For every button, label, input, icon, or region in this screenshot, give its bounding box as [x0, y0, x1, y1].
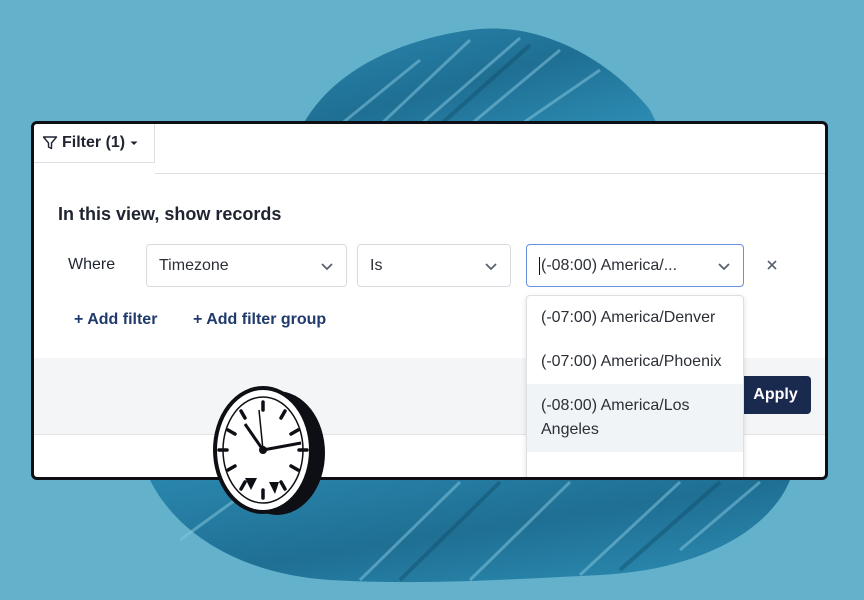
value-select[interactable]: (-08:00) America/... [526, 244, 744, 287]
filter-panel: Filter (1) In this view, show records Wh… [31, 121, 828, 480]
chevron-down-icon [321, 263, 333, 271]
chevron-down-icon [718, 263, 730, 271]
timezone-dropdown: (-07:00) America/Denver (-07:00) America… [526, 295, 744, 477]
value-select-value: (-08:00) America/... [541, 256, 678, 274]
dropdown-option-highlighted[interactable]: (-08:00) America/Los Angeles [527, 384, 743, 452]
add-filter-button[interactable]: + Add filter [74, 311, 157, 329]
operator-select[interactable]: Is [357, 244, 511, 287]
filter-tab-button[interactable]: Filter (1) [34, 124, 155, 163]
dropdown-option[interactable]: (-07:00) America/Phoenix [527, 340, 743, 384]
caret-down-icon [130, 141, 138, 145]
filter-icon [42, 136, 58, 150]
add-filter-group-button[interactable]: + Add filter group [193, 311, 326, 329]
tab-divider [155, 173, 825, 174]
close-icon[interactable] [764, 257, 780, 273]
apply-button[interactable]: Apply [740, 376, 811, 414]
clock-illustration [213, 386, 325, 515]
field-select-value: Timezone [159, 256, 229, 274]
filter-heading: In this view, show records [58, 204, 282, 224]
filter-tab-label: Filter (1) [62, 134, 126, 151]
dropdown-option[interactable]: (-07:00) America/Denver [527, 296, 743, 340]
text-cursor [539, 256, 540, 275]
chevron-down-icon [485, 263, 497, 271]
field-select[interactable]: Timezone [146, 244, 347, 287]
where-label: Where [68, 256, 116, 273]
operator-select-value: Is [370, 256, 383, 274]
